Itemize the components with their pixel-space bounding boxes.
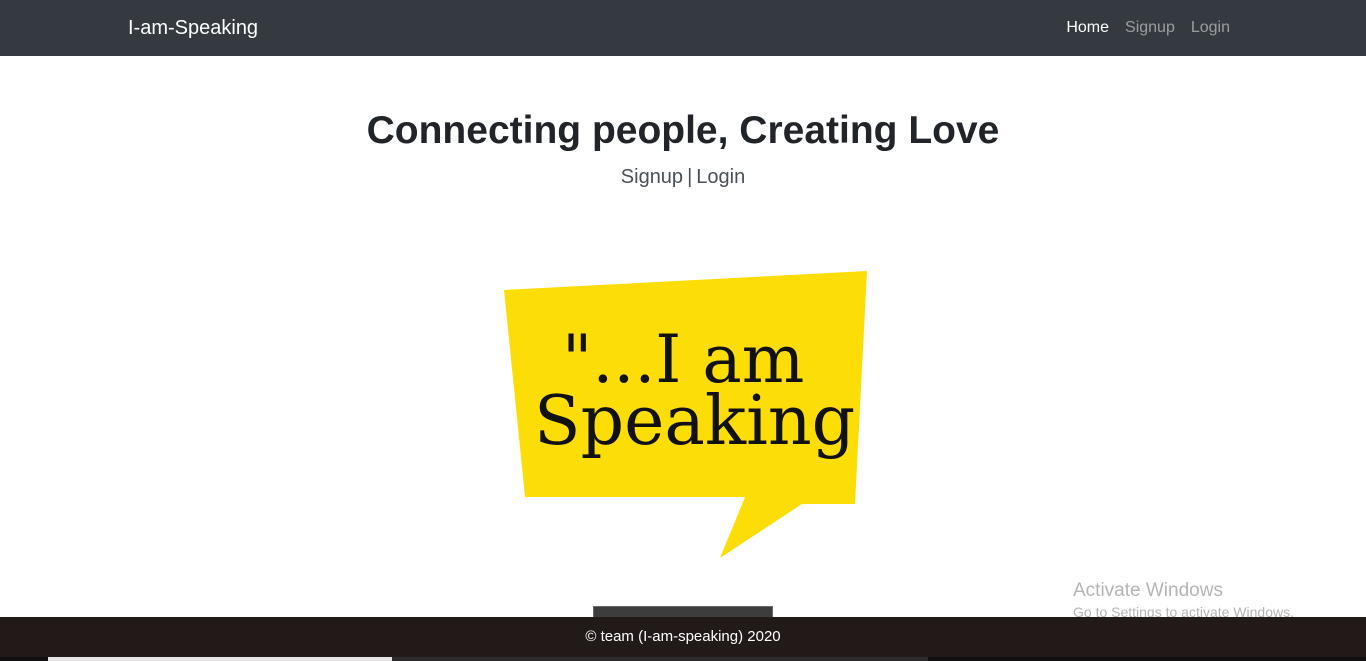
- watermark-title: Activate Windows: [1073, 580, 1223, 601]
- logo-line-2: Speaking: [534, 382, 855, 461]
- page-footer: © team (I-am-speaking) 2020: [0, 617, 1366, 657]
- nav-link-signup[interactable]: Signup: [1125, 18, 1175, 38]
- speech-bubble-icon: "...I am Speaking: [504, 271, 867, 558]
- top-navbar: I-am-Speaking Home Signup Login: [0, 0, 1366, 56]
- nav-links: Home Signup Login: [1066, 18, 1230, 38]
- nav-link-home[interactable]: Home: [1066, 18, 1109, 38]
- hero-login-link[interactable]: Login: [696, 166, 745, 188]
- hero-separator: |: [687, 166, 693, 188]
- hero-title: Connecting people, Creating Love: [366, 109, 1000, 152]
- hero-auth-links: Signup | Login: [0, 164, 1366, 190]
- taskbar-search-box[interactable]: [48, 657, 392, 661]
- os-taskbar: [0, 657, 1366, 661]
- brand-link[interactable]: I-am-Speaking: [128, 16, 258, 40]
- footer-copyright: © team (I-am-speaking) 2020: [585, 628, 781, 645]
- taskbar-apps[interactable]: [392, 657, 928, 661]
- nav-link-login[interactable]: Login: [1191, 18, 1230, 38]
- activate-windows-watermark: Activate Windows Go to Settings to activ…: [1073, 580, 1294, 622]
- hero-signup-link[interactable]: Signup: [621, 166, 683, 188]
- speech-bubble-logo: "...I am Speaking: [500, 268, 872, 562]
